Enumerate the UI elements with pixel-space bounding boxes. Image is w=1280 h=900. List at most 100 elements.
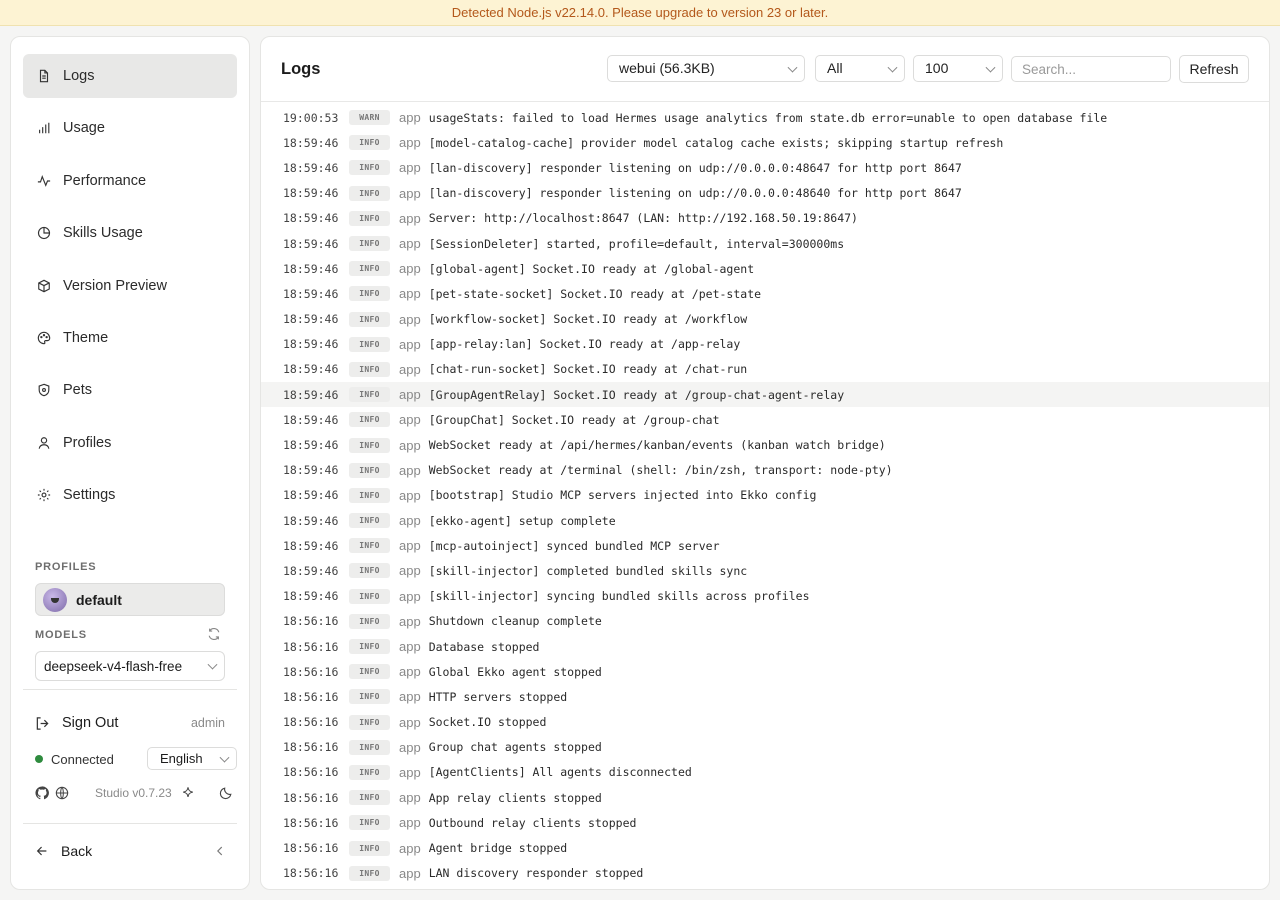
log-message: Group chat agents stopped <box>428 740 602 755</box>
log-source: app <box>399 639 421 655</box>
log-row: 18:59:46 INFO app [global-agent] Socket.IO … <box>261 256 1269 281</box>
back-label: Back <box>61 843 93 859</box>
sidebar: Logs Usage Performance Skills Usage Vers… <box>10 36 250 890</box>
log-message: usageStats: failed to load Hermes usage … <box>428 110 1108 125</box>
log-level-badge: INFO <box>349 160 390 176</box>
sidebar-item-performance[interactable]: Performance <box>23 159 237 203</box>
log-row: 18:56:16 INFO app App relay clients stopped <box>261 785 1269 810</box>
log-row: 18:59:46 INFO app WebSocket ready at /termi… <box>261 458 1269 483</box>
log-timestamp: 18:59:46 <box>283 387 339 402</box>
log-source: app <box>399 286 421 302</box>
log-timestamp: 18:59:46 <box>283 563 339 578</box>
models-section-label: MODELS <box>35 629 87 641</box>
log-level-badge: INFO <box>349 513 390 529</box>
log-message: HTTP servers stopped <box>428 689 568 704</box>
log-message: [GroupChat] Socket.IO ready at /group-ch… <box>428 412 720 427</box>
log-timestamp: 18:59:46 <box>283 538 339 553</box>
github-icon[interactable] <box>35 786 49 800</box>
chevron-left-icon[interactable] <box>213 844 227 858</box>
log-message: [lan-discovery] responder listening on u… <box>428 160 962 175</box>
user-icon <box>38 436 50 449</box>
log-message: [lan-discovery] responder listening on u… <box>428 186 962 201</box>
sidebar-item-label: Version Preview <box>63 277 167 294</box>
log-level-value: All <box>827 60 843 76</box>
sidebar-item-theme[interactable]: Theme <box>23 316 237 360</box>
log-limit-select[interactable]: 100 <box>913 55 1003 82</box>
sidebar-item-label: Usage <box>63 120 105 137</box>
log-level-badge: INFO <box>349 664 390 680</box>
sidebar-item-usage[interactable]: Usage <box>23 106 237 150</box>
search-input[interactable] <box>1011 56 1171 82</box>
log-level-badge: INFO <box>349 790 390 806</box>
back-button[interactable]: Back <box>35 840 239 862</box>
app-version: Studio v0.7.23 <box>95 786 172 800</box>
sidebar-item-profiles[interactable]: Profiles <box>23 421 237 465</box>
log-level-badge: INFO <box>349 462 390 478</box>
log-message: [workflow-socket] Socket.IO ready at /wo… <box>428 312 748 327</box>
log-timestamp: 18:59:46 <box>283 160 339 175</box>
log-message: [app-relay:lan] Socket.IO ready at /app-… <box>428 337 741 352</box>
log-source: app <box>399 437 421 453</box>
log-source-select[interactable]: webui (56.3KB) <box>607 55 805 82</box>
log-message: Outbound relay clients stopped <box>428 815 637 830</box>
log-source: app <box>399 412 421 428</box>
log-timestamp: 18:59:46 <box>283 286 339 301</box>
log-source: app <box>399 840 421 856</box>
sidebar-item-logs[interactable]: Logs <box>23 54 237 98</box>
log-row: 18:59:46 INFO app [GroupChat] Socket.IO rea… <box>261 407 1269 432</box>
log-level-badge: WARN <box>349 110 390 126</box>
log-row: 18:56:16 INFO app Socket.IO stopped <box>261 710 1269 735</box>
log-timestamp: 18:59:46 <box>283 236 339 251</box>
log-timestamp: 18:59:46 <box>283 589 339 604</box>
sidebar-item-skills-usage[interactable]: Skills Usage <box>23 211 237 255</box>
sidebar-item-settings[interactable]: Settings <box>23 473 237 517</box>
sidebar-item-label: Performance <box>63 172 147 189</box>
log-row: 18:56:16 INFO app Global Ekko agent stopped <box>261 659 1269 684</box>
log-message: [pet-state-socket] Socket.IO ready at /p… <box>428 286 762 301</box>
log-timestamp: 18:56:16 <box>283 689 339 704</box>
log-row: 18:59:46 INFO app WebSocket ready at /api/h… <box>261 432 1269 457</box>
sidebar-item-pets[interactable]: Pets <box>23 368 237 412</box>
log-message: LAN discovery responder stopped <box>428 866 644 881</box>
globe-icon[interactable] <box>55 786 69 800</box>
status-dot-icon <box>35 755 43 763</box>
log-row: 18:59:46 INFO app [mcp-autoinject] synced b… <box>261 533 1269 558</box>
log-source: app <box>399 815 421 831</box>
chevron-down-icon <box>887 62 898 73</box>
log-timestamp: 18:59:46 <box>283 186 339 201</box>
activity-icon <box>37 174 51 187</box>
log-timestamp: 18:59:46 <box>283 211 339 226</box>
log-timestamp: 18:59:46 <box>283 261 339 276</box>
log-timestamp: 18:56:16 <box>283 815 339 830</box>
log-row: 18:59:46 INFO app [lan-discovery] responder… <box>261 181 1269 206</box>
model-select[interactable]: deepseek-v4-flash-free <box>35 651 225 681</box>
log-level-badge: INFO <box>349 185 390 201</box>
banner-text: Detected Node.js v22.14.0. Please upgrad… <box>451 5 829 20</box>
log-level-badge: INFO <box>349 689 390 705</box>
refresh-icon[interactable] <box>207 627 221 641</box>
log-row: 18:59:46 INFO app [skill-injector] syncing … <box>261 584 1269 609</box>
refresh-button[interactable]: Refresh <box>1179 55 1249 83</box>
log-timestamp: 18:56:16 <box>283 740 339 755</box>
language-select[interactable]: English <box>147 747 237 770</box>
log-message: [bootstrap] Studio MCP servers injected … <box>428 488 817 503</box>
moon-icon[interactable] <box>219 786 233 800</box>
log-list[interactable]: 19:00:53 WARN app usageStats: failed to loa… <box>261 105 1269 886</box>
sign-out-button[interactable]: Sign Out admin <box>35 711 225 735</box>
sidebar-footer: Studio v0.7.23 <box>35 783 239 803</box>
log-message: [skill-injector] syncing bundled skills … <box>428 589 810 604</box>
sign-out-label: Sign Out <box>62 715 119 731</box>
log-level-select[interactable]: All <box>815 55 905 82</box>
log-source: app <box>399 487 421 503</box>
log-level-badge: INFO <box>349 714 390 730</box>
sidebar-item-label: Profiles <box>63 434 112 451</box>
log-timestamp: 18:59:46 <box>283 488 339 503</box>
profile-selector[interactable]: default <box>35 583 225 616</box>
sparkle-icon[interactable] <box>181 786 195 800</box>
log-message: [skill-injector] completed bundled skill… <box>428 563 748 578</box>
sidebar-item-version-preview[interactable]: Version Preview <box>23 264 237 308</box>
log-message: Shutdown cleanup complete <box>428 614 602 629</box>
sidebar-item-label: Settings <box>63 487 116 504</box>
log-row: 18:56:16 INFO app Agent bridge stopped <box>261 835 1269 860</box>
log-level-badge: INFO <box>349 236 390 252</box>
